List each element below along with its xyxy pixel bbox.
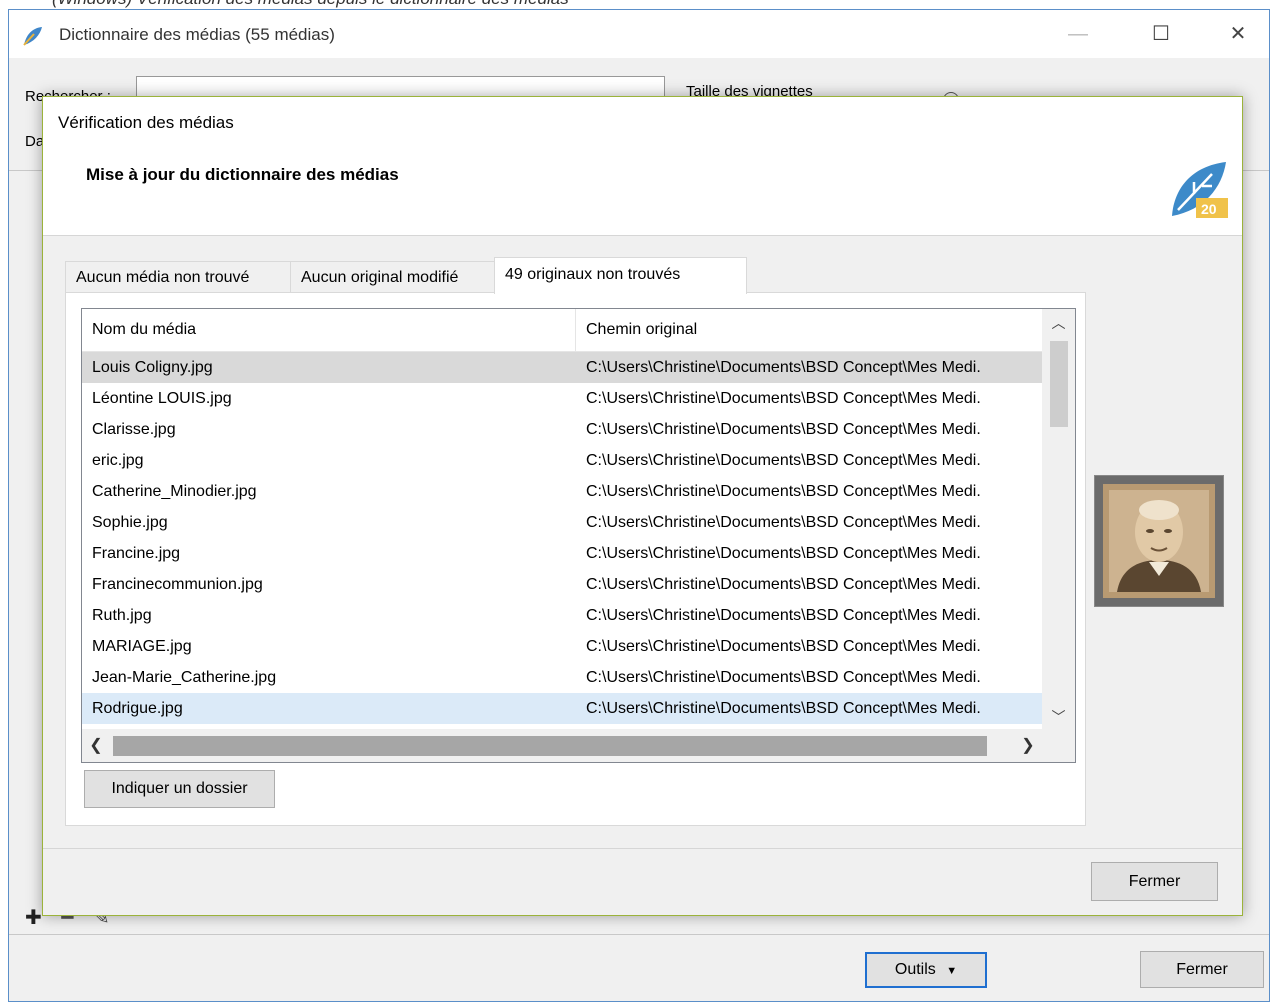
- choose-folder-button[interactable]: Indiquer un dossier: [84, 770, 275, 808]
- horizontal-scrollbar[interactable]: ❮ ❯: [82, 729, 1075, 762]
- dialog-title: Vérification des médias: [58, 113, 234, 132]
- cell-media-name: Francine.jpg: [92, 545, 181, 562]
- main-titlebar: Dictionnaire des médias (55 médias) — ☐ …: [9, 10, 1269, 58]
- cell-media-name: MARIAGE.jpg: [92, 638, 192, 655]
- add-icon[interactable]: ✚: [25, 905, 42, 930]
- column-header-original-path[interactable]: Chemin original: [576, 309, 1042, 351]
- missing-originals-list: Nom du média Chemin original Louis Colig…: [81, 308, 1076, 763]
- cell-media-name: Léontine LOUIS.jpg: [92, 390, 232, 407]
- divider: [9, 934, 1269, 935]
- cell-media-name: Rodrigue.jpg: [92, 700, 183, 717]
- table-row[interactable]: Louis Coligny.jpg C:\Users\Christine\Docu…: [82, 352, 1042, 383]
- cell-media-name: Jean-Marie_Catherine.jpg: [92, 669, 277, 686]
- cell-media-name: eric.jpg: [92, 452, 144, 469]
- media-verification-dialog: Vérification des médias Mise à jour du d…: [42, 96, 1243, 916]
- scroll-down-icon[interactable]: ﹀: [1042, 705, 1075, 729]
- cell-media-name: Louis Coligny.jpg: [92, 359, 213, 376]
- app-logo-icon: [23, 27, 42, 46]
- table-row[interactable]: Jean-Marie_Catherine.jpg C:\Users\Christi…: [82, 662, 1042, 693]
- scroll-up-icon[interactable]: ︿: [1042, 311, 1075, 335]
- tab-no-modified-original[interactable]: Aucun original modifié: [290, 261, 495, 293]
- list-header: Nom du média Chemin original: [82, 309, 1042, 352]
- page-caption: (Windows) Vérification des médias depuis…: [52, 0, 569, 9]
- maximize-icon[interactable]: ☐: [1147, 22, 1175, 46]
- table-row[interactable]: Francine.jpg C:\Users\Christine\Documents…: [82, 538, 1042, 569]
- table-row[interactable]: Ruth.jpg C:\Users\Christine\Documents\BSD…: [82, 600, 1042, 631]
- cell-media-name: Catherine_Minodier.jpg: [92, 483, 257, 500]
- dropdown-arrow-icon: ▼: [946, 965, 958, 977]
- vertical-scrollbar[interactable]: ︿ ﹀: [1042, 309, 1075, 729]
- cell-media-name: Francinecommunion.jpg: [92, 576, 263, 593]
- scroll-right-icon[interactable]: ❯: [1018, 729, 1038, 762]
- scroll-left-icon[interactable]: ❮: [86, 729, 106, 762]
- cell-media-name: Sophie.jpg: [92, 514, 168, 531]
- cell-original-path: C:\Users\Christine\Documents\BSD Concept…: [586, 390, 981, 407]
- table-row[interactable]: MARIAGE.jpg C:\Users\Christine\Documents\…: [82, 631, 1042, 662]
- tab-no-missing-media[interactable]: Aucun média non trouvé: [65, 261, 291, 293]
- table-row[interactable]: Sophie.jpg C:\Users\Christine\Documents\B…: [82, 507, 1042, 538]
- minimize-icon[interactable]: —: [1064, 22, 1092, 46]
- cell-original-path: C:\Users\Christine\Documents\BSD Concept…: [586, 359, 981, 376]
- cell-media-name: Ruth.jpg: [92, 607, 152, 624]
- table-row[interactable]: Léontine LOUIS.jpg C:\Users\Christine\Doc…: [82, 383, 1042, 414]
- horizontal-scroll-thumb[interactable]: [113, 736, 987, 756]
- cell-original-path: C:\Users\Christine\Documents\BSD Concept…: [586, 514, 981, 531]
- cell-original-path: C:\Users\Christine\Documents\BSD Concept…: [586, 545, 981, 562]
- cell-original-path: C:\Users\Christine\Documents\BSD Concept…: [586, 483, 981, 500]
- tab-panel: Nom du média Chemin original Louis Colig…: [65, 292, 1086, 826]
- dialog-close-button[interactable]: Fermer: [1091, 862, 1218, 901]
- logo-badge-text: 20: [1201, 201, 1217, 217]
- column-header-media-name[interactable]: Nom du média: [82, 309, 576, 351]
- cell-original-path: C:\Users\Christine\Documents\BSD Concept…: [586, 700, 981, 717]
- table-row[interactable]: Francinecommunion.jpg C:\Users\Christine\…: [82, 569, 1042, 600]
- table-row[interactable]: Clarisse.jpg C:\Users\Christine\Documents…: [82, 414, 1042, 445]
- close-icon[interactable]: ✕: [1224, 22, 1252, 46]
- tools-button-label: Outils: [894, 961, 936, 978]
- table-row[interactable]: Rodrigue.jpg C:\Users\Christine\Documents…: [82, 693, 1042, 724]
- table-row[interactable]: Catherine_Minodier.jpg C:\Users\Christine…: [82, 476, 1042, 507]
- dialog-subtitle: Mise à jour du dictionnaire des médias: [86, 165, 399, 184]
- vertical-scroll-thumb[interactable]: [1050, 341, 1068, 427]
- table-rows: Louis Coligny.jpg C:\Users\Christine\Docu…: [82, 352, 1042, 724]
- main-window-title: Dictionnaire des médias (55 médias): [59, 25, 335, 44]
- cell-original-path: C:\Users\Christine\Documents\BSD Concept…: [586, 607, 981, 624]
- divider: [43, 848, 1242, 849]
- main-close-button[interactable]: Fermer: [1140, 951, 1264, 988]
- portrait-image: [1095, 476, 1223, 606]
- cell-original-path: C:\Users\Christine\Documents\BSD Concept…: [586, 638, 981, 655]
- cell-original-path: C:\Users\Christine\Documents\BSD Concept…: [586, 669, 981, 686]
- tab-missing-originals[interactable]: 49 originaux non trouvés: [494, 257, 747, 294]
- cell-original-path: C:\Users\Christine\Documents\BSD Concept…: [586, 421, 981, 438]
- tools-button[interactable]: Outils ▼: [865, 952, 987, 988]
- cell-media-name: Clarisse.jpg: [92, 421, 176, 438]
- media-preview-thumbnail: [1094, 475, 1224, 607]
- dialog-header: Vérification des médias Mise à jour du d…: [43, 97, 1242, 236]
- cell-original-path: C:\Users\Christine\Documents\BSD Concept…: [586, 576, 981, 593]
- table-row[interactable]: eric.jpg C:\Users\Christine\Documents\BSD…: [82, 445, 1042, 476]
- app-logo-icon: 20: [1172, 162, 1228, 218]
- cell-original-path: C:\Users\Christine\Documents\BSD Concept…: [586, 452, 981, 469]
